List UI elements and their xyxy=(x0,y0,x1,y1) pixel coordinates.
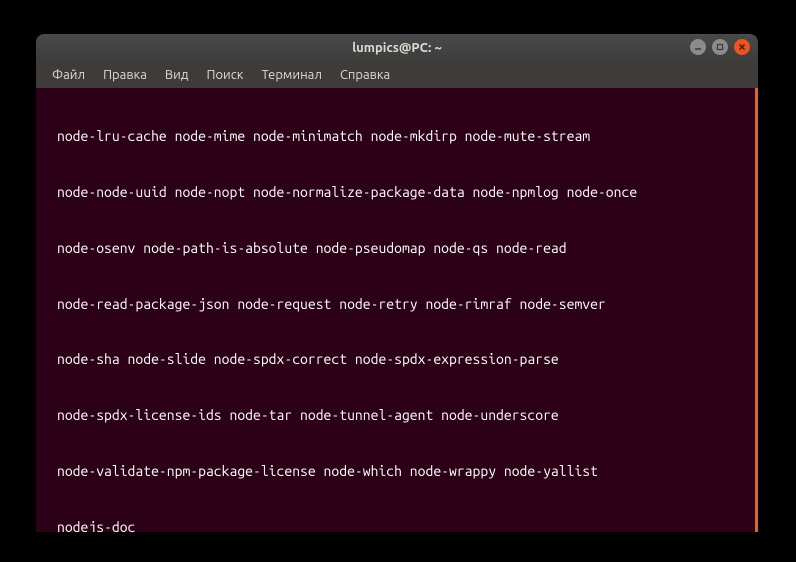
menu-help[interactable]: Справка xyxy=(332,65,398,85)
output-line: node-lru-cache node-mime node-minimatch … xyxy=(42,127,749,146)
output-line: node-spdx-license-ids node-tar node-tunn… xyxy=(42,406,749,425)
output-line: node-sha node-slide node-spdx-correct no… xyxy=(42,350,749,369)
output-line: node-node-uuid node-nopt node-normalize-… xyxy=(42,183,749,202)
output-line: node-validate-npm-package-license node-w… xyxy=(42,462,749,481)
minimize-button[interactable] xyxy=(690,39,706,55)
window-controls xyxy=(690,39,750,55)
close-button[interactable] xyxy=(734,39,750,55)
menu-view[interactable]: Вид xyxy=(157,65,197,85)
terminal-window: lumpics@PC: ~ Файл Правка Вид Поиск Терм… xyxy=(36,34,758,532)
terminal-output[interactable]: node-lru-cache node-mime node-minimatch … xyxy=(36,88,758,532)
maximize-button[interactable] xyxy=(712,39,728,55)
output-line: node-read-package-json node-request node… xyxy=(42,295,749,314)
menu-edit[interactable]: Правка xyxy=(95,65,155,85)
menu-file[interactable]: Файл xyxy=(44,65,93,85)
menu-search[interactable]: Поиск xyxy=(198,65,251,85)
menubar: Файл Правка Вид Поиск Терминал Справка xyxy=(36,62,758,88)
menu-terminal[interactable]: Терминал xyxy=(253,65,329,85)
output-line: nodejs-doc xyxy=(42,518,749,532)
output-line: node-osenv node-path-is-absolute node-ps… xyxy=(42,239,749,258)
titlebar[interactable]: lumpics@PC: ~ xyxy=(36,34,758,62)
window-title: lumpics@PC: ~ xyxy=(352,41,442,55)
